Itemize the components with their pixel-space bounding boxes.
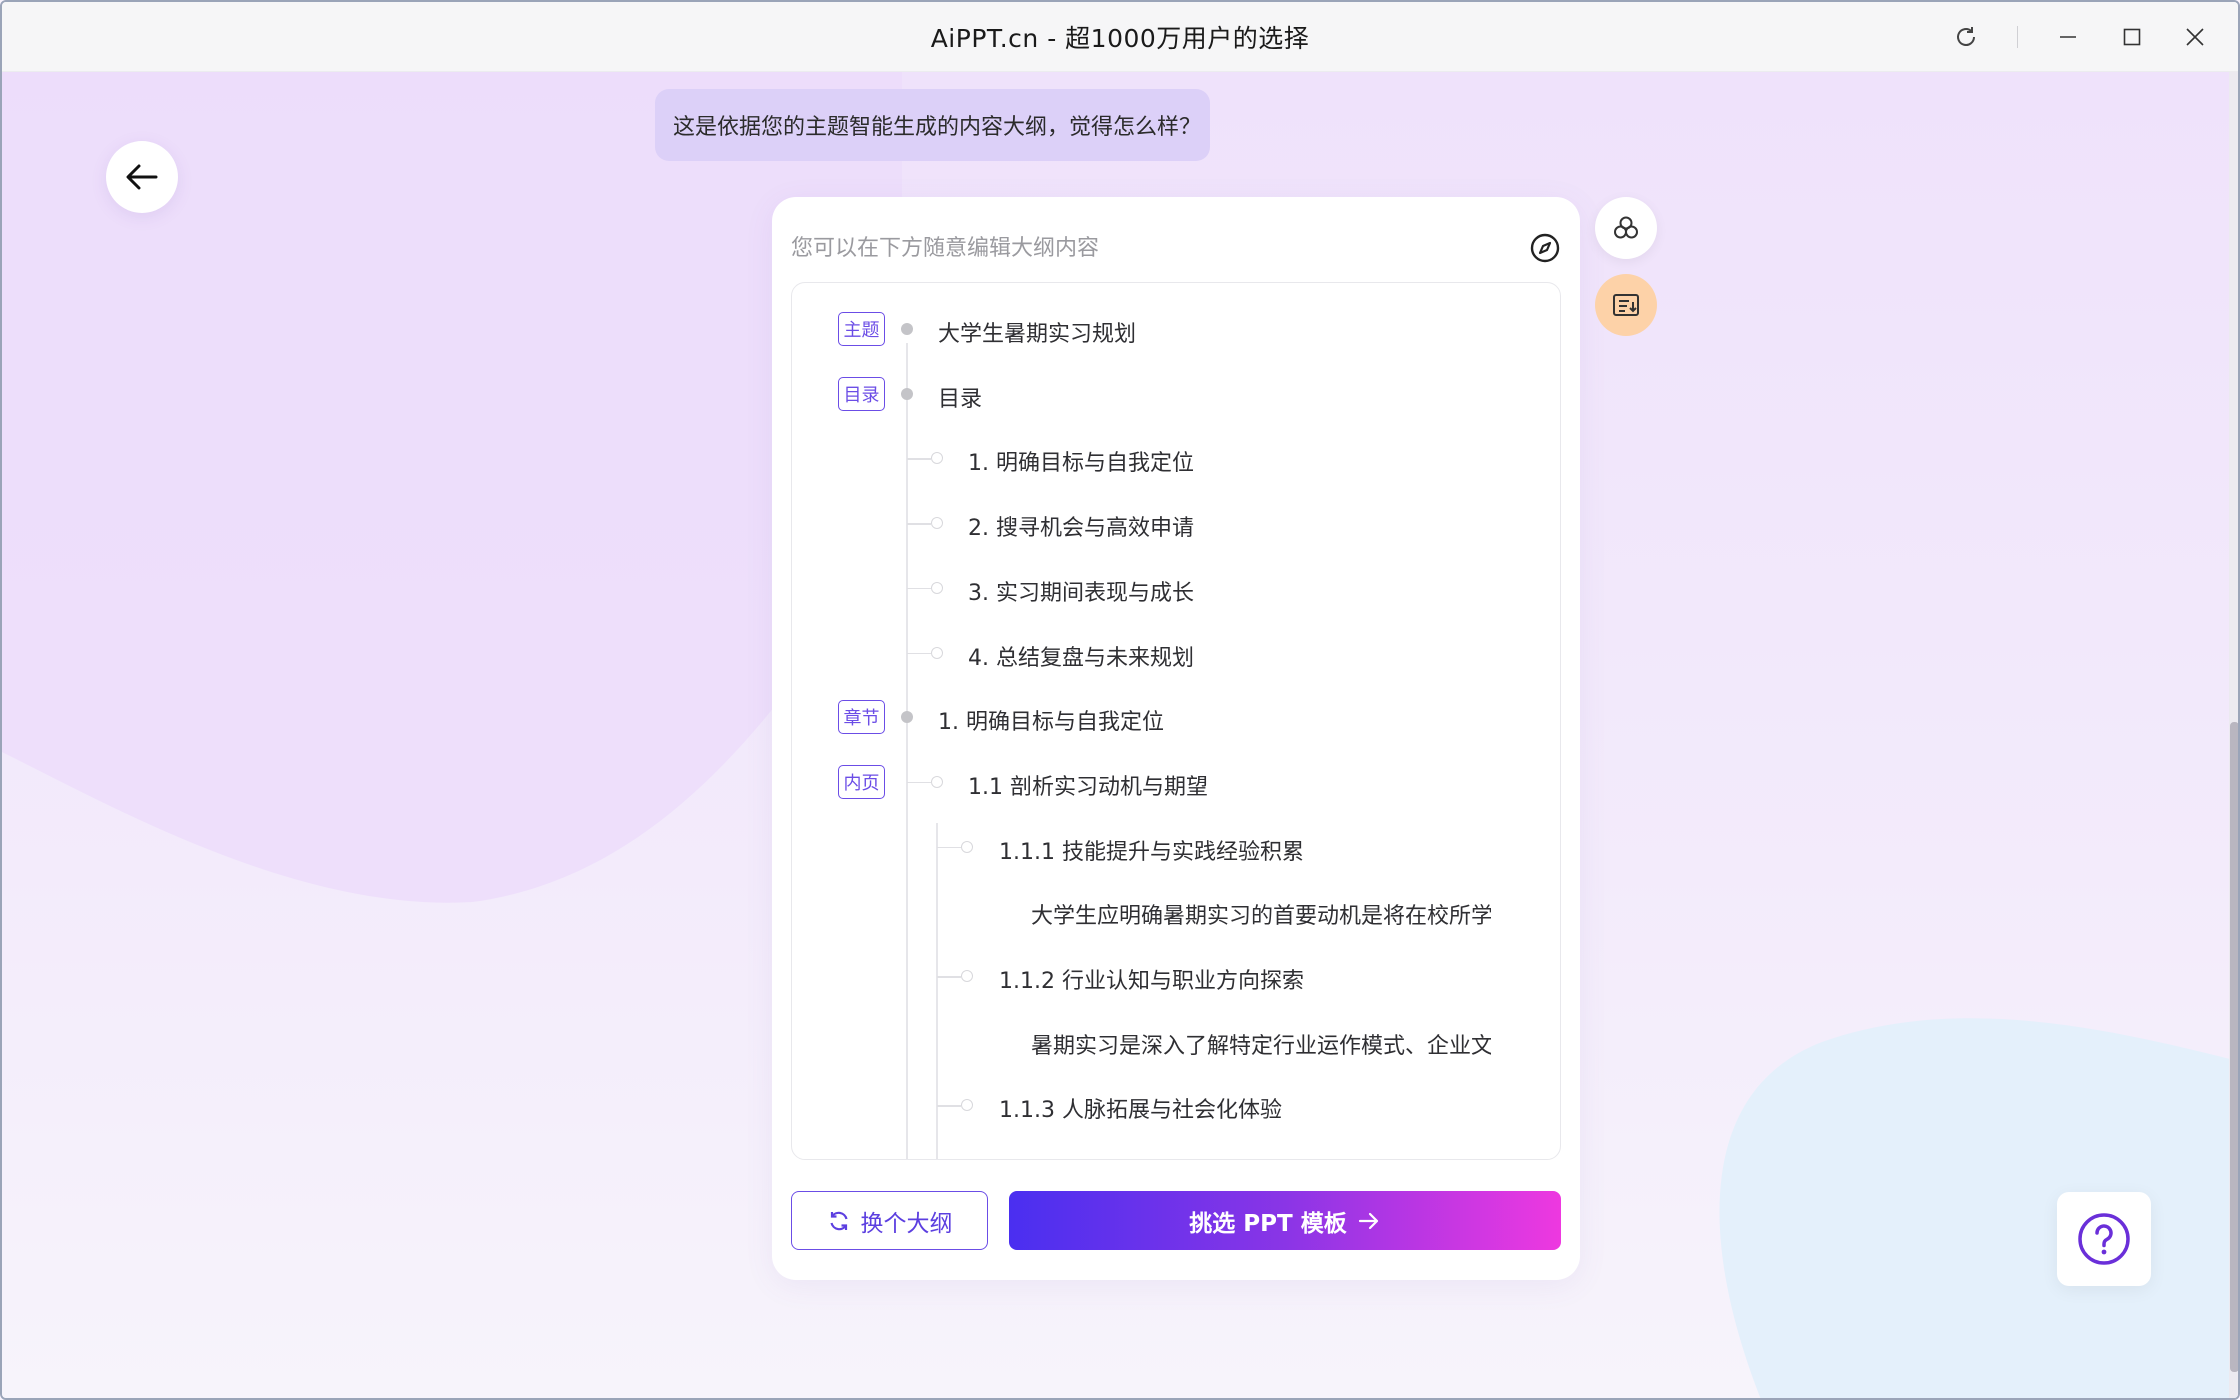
outline-row-text[interactable]: 1.1.2 行业认知与职业方向探索 xyxy=(999,963,1304,995)
outline-node-dot xyxy=(931,646,943,659)
outline-row-text[interactable]: 1.1.1 技能提升与实践经验积累 xyxy=(999,834,1304,866)
minimize-button[interactable] xyxy=(2038,2,2098,72)
outline-node-dot xyxy=(931,775,943,788)
outline-row-text[interactable]: 1. 明确目标与自我定位 xyxy=(938,704,1164,736)
outline-row-text[interactable]: 1. 明确目标与自我定位 xyxy=(968,445,1194,477)
outline-row-text[interactable]: 1.1 剖析实习动机与期望 xyxy=(968,769,1208,801)
outline-card: 您可以在下方随意编辑大纲内容 主题 大学生暑期实习规划 目录 目录 1. 明确目标与自我… xyxy=(772,197,1580,1280)
outline-row[interactable]: 1.1.3 人脉拓展与社会化体验 xyxy=(792,1085,1560,1125)
outline-row[interactable]: 内页 1.1 剖析实习动机与期望 xyxy=(792,762,1560,802)
help-button[interactable] xyxy=(2057,1192,2151,1286)
outline-row[interactable]: 3. 实习期间表现与成长 xyxy=(792,568,1560,608)
outline-node-dot xyxy=(961,970,973,982)
arrow-right-icon xyxy=(1358,1212,1378,1229)
outline-node-dot xyxy=(901,323,913,335)
outline-row[interactable]: 1.1.2 行业认知与职业方向探索 xyxy=(792,956,1560,996)
title-bar: AiPPT.cn - 超1000万用户的选择 xyxy=(2,2,2238,72)
outline-row-text[interactable]: 1.1.3 人脉拓展与社会化体验 xyxy=(999,1092,1282,1124)
outline-tag: 主题 xyxy=(838,312,885,346)
app-window: AiPPT.cn - 超1000万用户的选择 这是依据您的主题智能生成的内容大纲… xyxy=(0,0,2240,1400)
assistant-message-text: 这是依据您的主题智能生成的内容大纲，觉得怎么样？ xyxy=(673,115,1202,140)
export-outline-icon xyxy=(1613,294,1639,316)
close-button[interactable] xyxy=(2165,2,2225,72)
titlebar-divider xyxy=(2017,26,2018,48)
scrollbar-thumb[interactable] xyxy=(2230,722,2238,1372)
outline-row[interactable]: 章节 1. 明确目标与自我定位 xyxy=(792,697,1560,737)
outline-row[interactable]: 目录 目录 xyxy=(792,374,1560,414)
arrow-left-icon xyxy=(126,164,158,190)
close-icon xyxy=(2186,28,2204,46)
maximize-button[interactable] xyxy=(2102,2,2162,72)
outline-node-dot xyxy=(961,1099,973,1112)
outline-row-text[interactable]: 大学生暑期实习规划 xyxy=(938,316,1136,348)
page-scrollbar[interactable] xyxy=(2229,72,2238,1398)
outline-row-text[interactable]: 2. 搜寻机会与高效申请 xyxy=(968,510,1194,542)
outline-node-dot xyxy=(901,387,913,400)
outline-node-dot xyxy=(931,452,943,465)
outline-connector xyxy=(937,976,961,978)
outline-node-dot xyxy=(931,581,943,594)
templates-icon xyxy=(1614,216,1638,239)
outline-node-dot xyxy=(931,517,943,530)
outline-row[interactable]: 1. 明确目标与自我定位 xyxy=(792,438,1560,478)
outline-row-text[interactable]: 目录 xyxy=(938,381,982,413)
outline-editor[interactable]: 主题 大学生暑期实习规划 目录 目录 1. 明确目标与自我定位 2. 搜寻机会与高效申请 3… xyxy=(791,282,1561,1160)
outline-connector xyxy=(907,523,931,525)
change-outline-button[interactable]: 换个大纲 xyxy=(791,1191,988,1250)
refresh-button[interactable] xyxy=(1936,2,1996,72)
outline-row[interactable]: 1.1.1 技能提升与实践经验积累 xyxy=(792,827,1560,867)
templates-tool-button[interactable] xyxy=(1595,197,1657,259)
change-outline-label: 换个大纲 xyxy=(860,1210,953,1237)
outline-tag: 内页 xyxy=(838,764,885,799)
outline-row[interactable]: 暑期实习是深入了解特定行业运作模式、企业文化 xyxy=(792,1021,1560,1061)
outline-connector xyxy=(907,458,931,460)
outline-row[interactable]: 主题 大学生暑期实习规划 xyxy=(792,309,1560,349)
export-outline-button[interactable] xyxy=(1595,274,1657,336)
outline-connector xyxy=(907,781,931,784)
pick-template-label: 挑选 PPT 模板 xyxy=(1189,1210,1347,1237)
edit-hint: 您可以在下方随意编辑大纲内容 xyxy=(791,236,1100,261)
outline-row-text[interactable]: 4. 总结复盘与未来规划 xyxy=(968,640,1194,672)
back-button[interactable] xyxy=(106,141,178,213)
outline-tag: 目录 xyxy=(838,376,885,411)
minimize-icon xyxy=(2060,36,2076,38)
outline-row[interactable]: 大学生应明确暑期实习的首要动机是将在校所学 xyxy=(792,891,1560,931)
outline-node-dot xyxy=(961,840,973,853)
outline-connector xyxy=(907,587,931,590)
window-title: AiPPT.cn - 超1000万用户的选择 xyxy=(930,23,1310,53)
outline-row-text[interactable]: 大学生应明确暑期实习的首要动机是将在校所学 xyxy=(1031,898,1491,930)
outline-node-dot xyxy=(901,711,913,724)
outline-connector xyxy=(937,846,961,849)
outline-tag: 章节 xyxy=(838,700,885,735)
outline-row[interactable]: 2. 搜寻机会与高效申请 xyxy=(792,503,1560,543)
refresh-icon xyxy=(829,1211,848,1230)
compass-icon[interactable] xyxy=(1529,232,1561,264)
assistant-message: 这是依据您的主题智能生成的内容大纲，觉得怎么样？ xyxy=(655,89,1210,161)
outline-row-text[interactable]: 暑期实习是深入了解特定行业运作模式、企业文化 xyxy=(1031,1028,1491,1060)
outline-row-text[interactable]: 3. 实习期间表现与成长 xyxy=(968,575,1194,607)
outline-connector xyxy=(937,1105,961,1107)
outline-row[interactable]: 4. 总结复盘与未来规划 xyxy=(792,633,1560,673)
maximize-icon xyxy=(2123,28,2141,46)
question-icon xyxy=(2078,1213,2130,1265)
refresh-icon xyxy=(1957,27,1975,46)
pick-template-button[interactable]: 挑选 PPT 模板 xyxy=(1009,1191,1561,1250)
outline-connector xyxy=(907,652,931,654)
